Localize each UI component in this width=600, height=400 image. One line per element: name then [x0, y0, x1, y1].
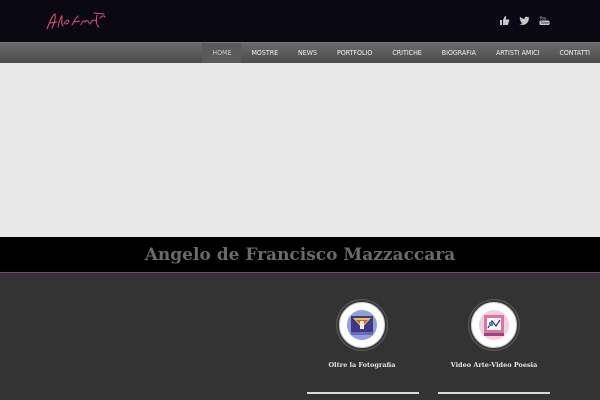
feature-image-frame: [339, 302, 385, 348]
feature-oltre-la-fotografia[interactable]: Oltre la Fotografia: [307, 302, 417, 369]
features-section: Oltre la Fotografia Video Arte-Video Poe…: [0, 274, 600, 400]
site-title: Angelo de Francisco Mazzaccara: [144, 245, 456, 265]
nav-item-critiche[interactable]: CRITICHE: [382, 43, 431, 64]
top-header: You Tube: [0, 0, 600, 42]
main-navigation: HOME MOSTRE NEWS PORTFOLIO CRITICHE BIOG…: [0, 42, 600, 64]
feature-divider: [438, 392, 550, 394]
video-art-thumbnail-icon: [479, 310, 509, 340]
youtube-icon[interactable]: You Tube: [539, 15, 550, 26]
nav-item-mostre[interactable]: MOSTRE: [241, 43, 288, 64]
signature-logo-icon: [46, 12, 106, 30]
nav-item-biografia[interactable]: BIOGRAFIA: [432, 43, 486, 64]
thumbs-up-icon[interactable]: [499, 15, 510, 26]
signature-logo[interactable]: [44, 9, 106, 33]
feature-label: Oltre la Fotografia: [328, 361, 396, 369]
feature-video-arte-video-poesia[interactable]: Video Arte-Video Poesia: [439, 302, 549, 369]
nav-item-artisti-amici[interactable]: ARTISTI AMICI: [486, 43, 549, 64]
feature-label: Video Arte-Video Poesia: [450, 361, 538, 369]
artwork-thumbnail-icon: [347, 310, 377, 340]
hero-slider: [0, 63, 600, 237]
feature-image-frame: [471, 302, 517, 348]
title-band: Angelo de Francisco Mazzaccara: [0, 237, 600, 273]
twitter-bird-icon[interactable]: [519, 15, 530, 26]
social-links: You Tube: [499, 15, 550, 26]
svg-text:You: You: [539, 16, 547, 21]
nav-item-portfolio[interactable]: PORTFOLIO: [327, 43, 382, 64]
svg-text:Tube: Tube: [539, 21, 549, 25]
feature-divider: [307, 392, 419, 394]
nav-item-contatti[interactable]: CONTATTI: [549, 43, 600, 64]
nav-item-news[interactable]: NEWS: [288, 43, 327, 64]
nav-item-home[interactable]: HOME: [202, 43, 242, 64]
